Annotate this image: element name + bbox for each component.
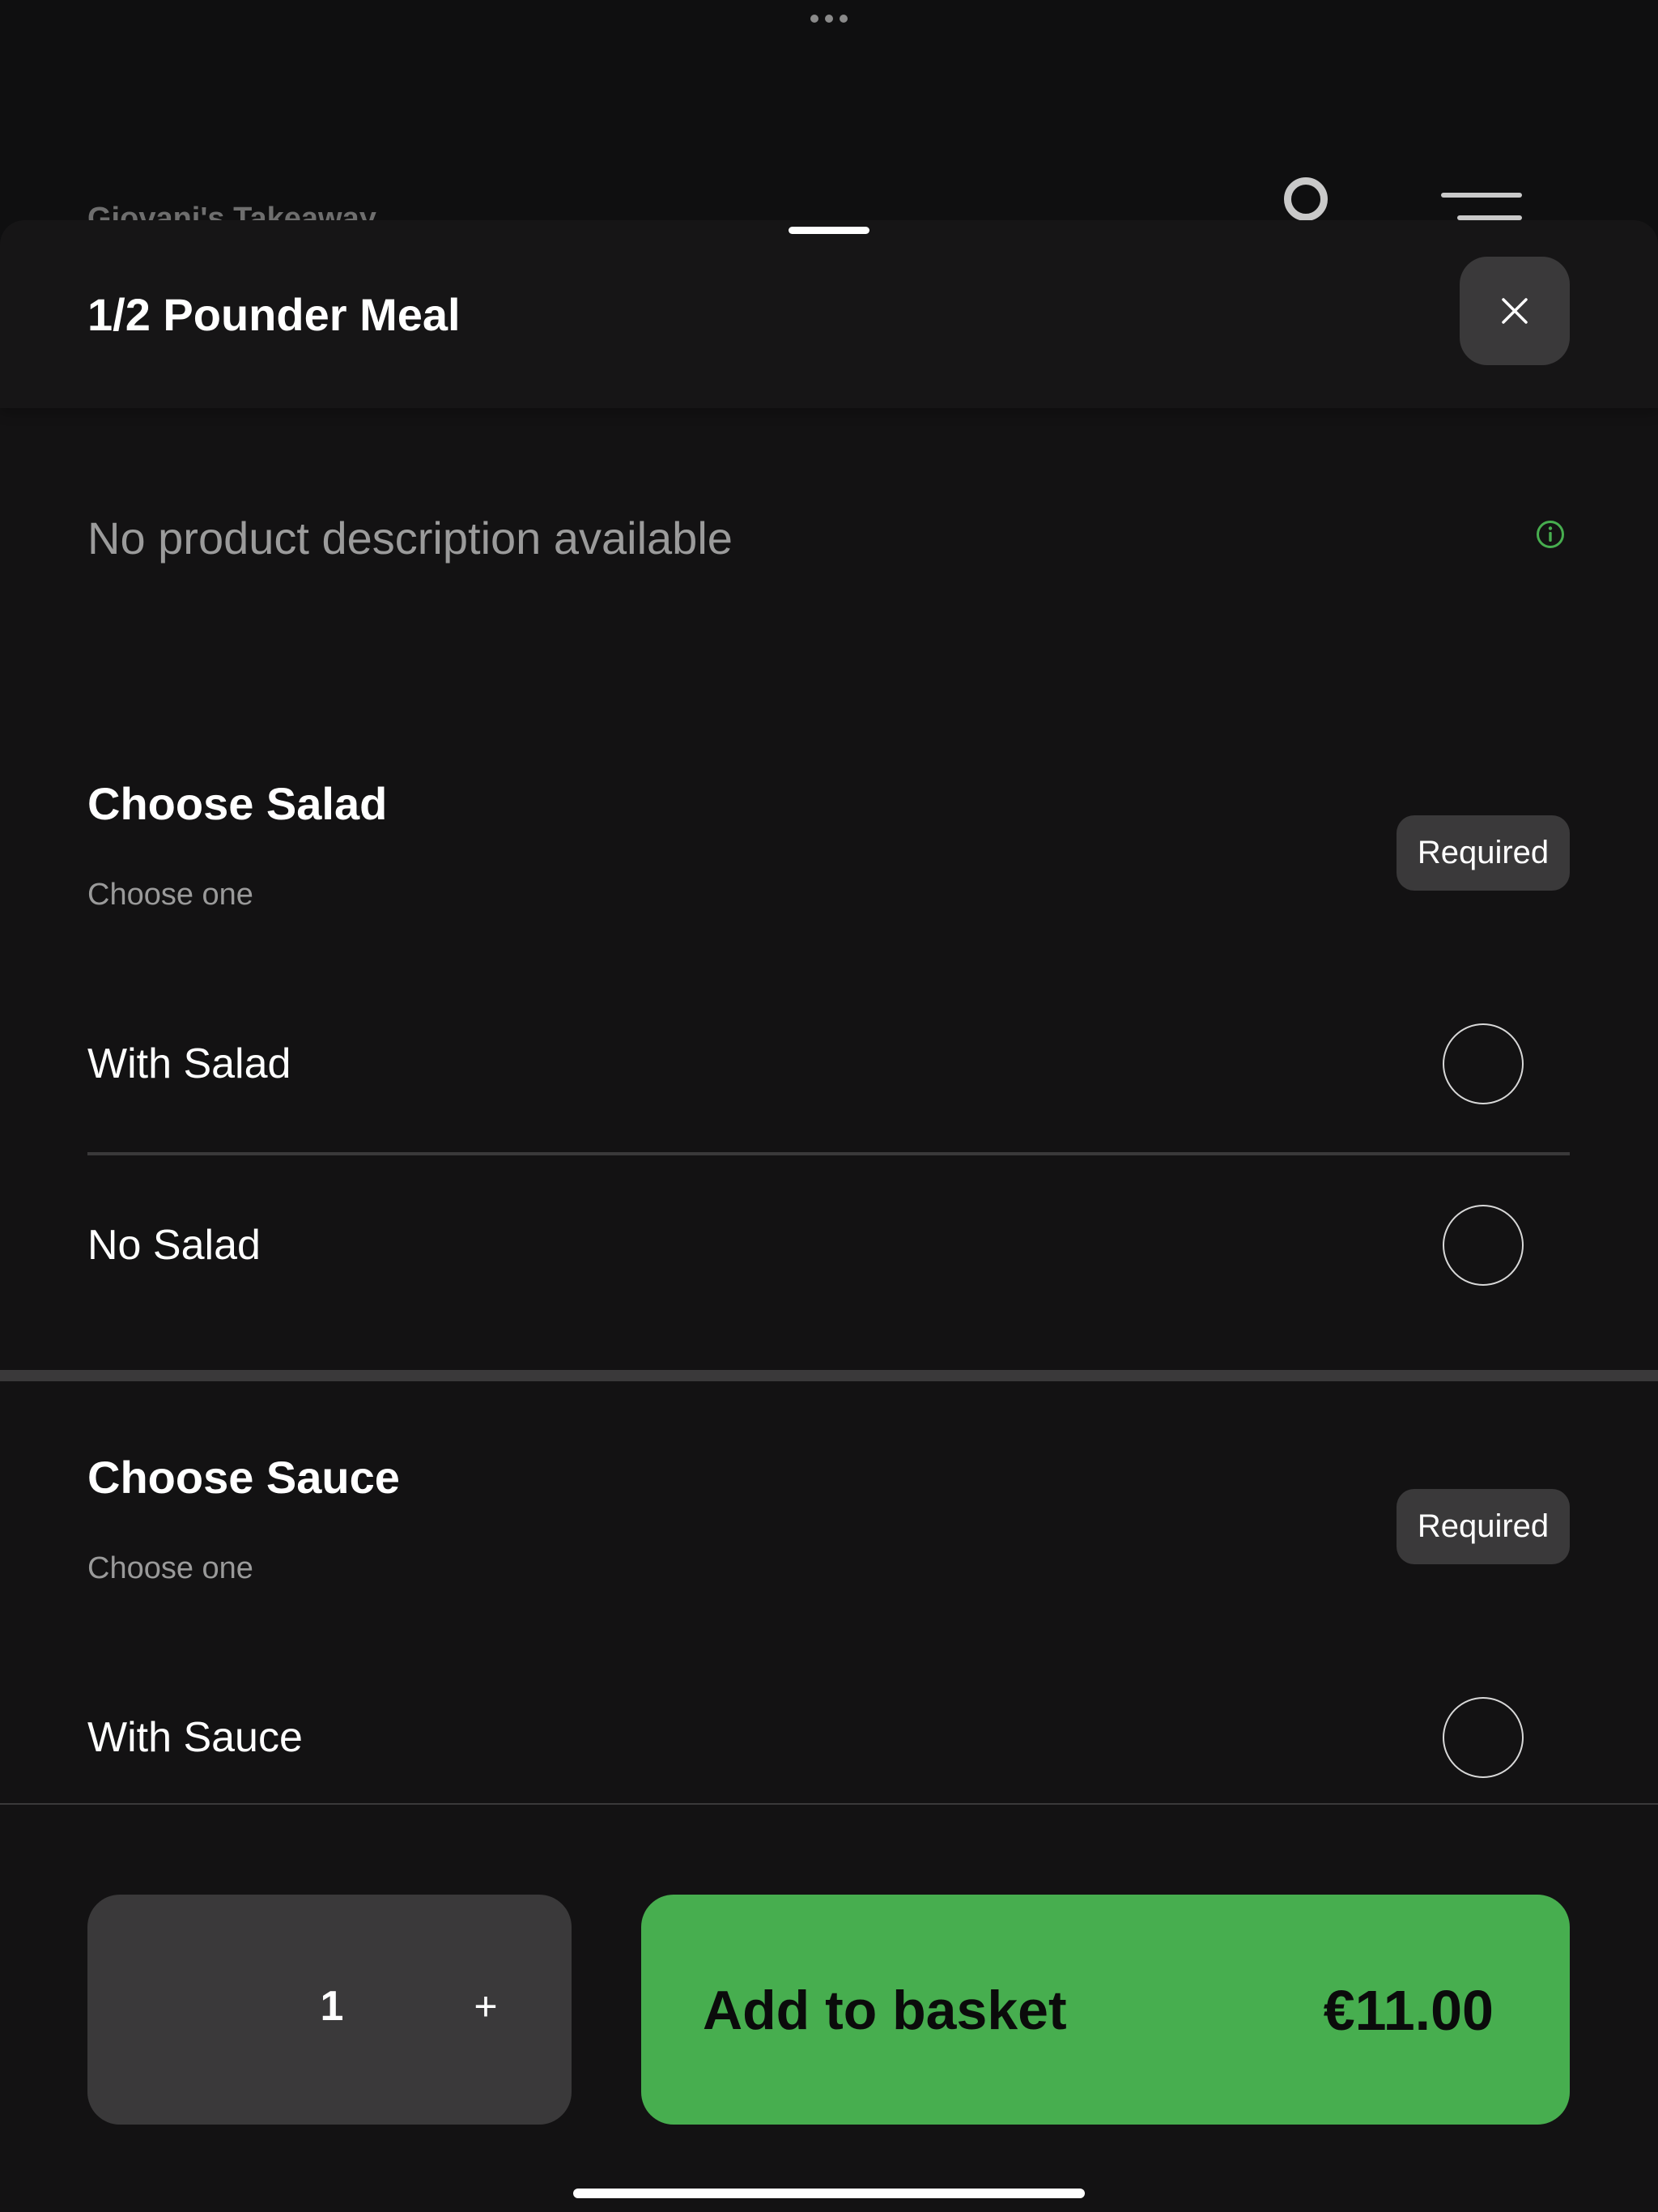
radio-button[interactable] [1443, 1697, 1524, 1778]
section-title-sauce: Choose Sauce [87, 1452, 400, 1503]
home-indicator[interactable] [573, 2189, 1085, 2198]
add-to-basket-button[interactable]: Add to basket €11.00 [641, 1895, 1570, 2125]
increment-button[interactable]: + [453, 1980, 518, 2032]
option-label: With Sauce [87, 1714, 303, 1761]
option-label: With Salad [87, 1040, 291, 1087]
option-divider [87, 1152, 1570, 1155]
product-title: 1/2 Pounder Meal [87, 289, 461, 340]
section-title-salad: Choose Salad [87, 778, 388, 829]
sheet-header: 1/2 Pounder Meal [0, 220, 1658, 408]
section-separator [0, 1370, 1658, 1381]
required-badge: Required [1397, 1489, 1570, 1564]
sheet-grabber[interactable] [789, 227, 869, 234]
screen: Giovani's Takeaway 1/2 Pounder Meal No p… [0, 0, 1658, 2212]
section-subtitle-salad: Choose one [87, 878, 253, 912]
option-with-salad[interactable]: With Salad [87, 1023, 1570, 1104]
quantity-stepper: 1 + [87, 1895, 572, 2125]
option-no-salad[interactable]: No Salad [87, 1205, 1570, 1286]
product-description: No product description available [87, 513, 733, 564]
info-icon[interactable] [1536, 520, 1565, 549]
section-subtitle-sauce: Choose one [87, 1551, 253, 1585]
quantity-value: 1 [320, 1983, 344, 2030]
add-to-basket-label: Add to basket [703, 1980, 1067, 2041]
close-icon [1502, 298, 1528, 324]
radio-button[interactable] [1443, 1023, 1524, 1104]
required-badge: Required [1397, 815, 1570, 891]
multitasking-dots[interactable] [810, 14, 848, 23]
bottom-action-bar: 1 + Add to basket €11.00 [0, 1803, 1658, 2212]
profile-icon[interactable] [1284, 177, 1328, 221]
option-with-sauce[interactable]: With Sauce [87, 1697, 1570, 1778]
radio-button[interactable] [1443, 1205, 1524, 1286]
price-label: €11.00 [1323, 1979, 1494, 2042]
option-label: No Salad [87, 1222, 261, 1269]
close-button[interactable] [1460, 257, 1570, 365]
